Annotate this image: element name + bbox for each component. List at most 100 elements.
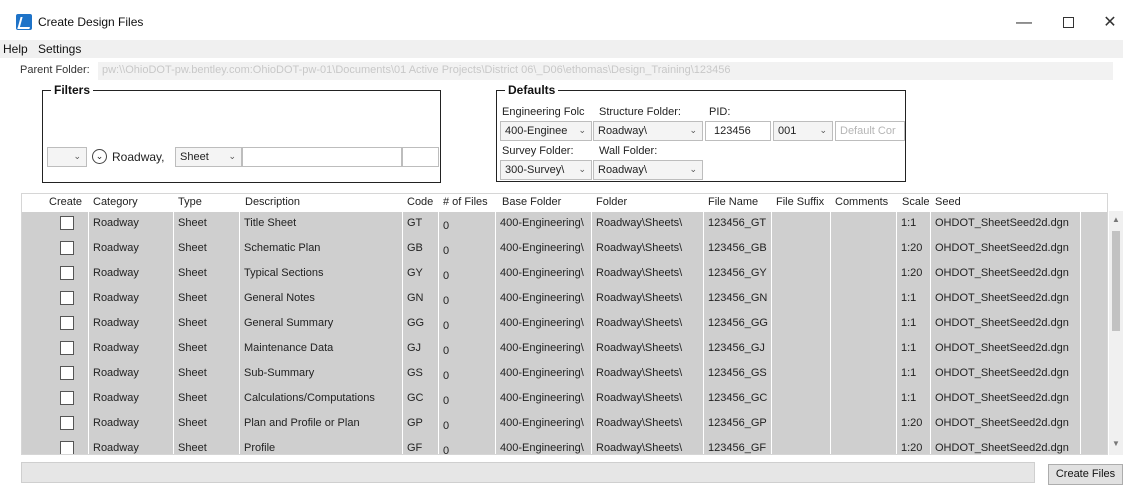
cell-comments[interactable] bbox=[831, 312, 897, 337]
close-button[interactable]: ✕ bbox=[1090, 8, 1123, 38]
cell-num-files[interactable]: 0 bbox=[439, 437, 496, 454]
cell-file-name[interactable]: 123456_GN bbox=[704, 287, 772, 312]
cell-num-files[interactable]: 0 bbox=[439, 337, 496, 362]
header-comments[interactable]: Comments bbox=[835, 196, 888, 208]
create-checkbox[interactable] bbox=[60, 291, 74, 305]
create-checkbox[interactable] bbox=[60, 316, 74, 330]
cell-code[interactable]: GN bbox=[403, 287, 439, 312]
cell-category[interactable]: Roadway bbox=[89, 387, 174, 412]
scroll-down-arrow-icon[interactable]: ▼ bbox=[1109, 439, 1123, 448]
cell-seed[interactable]: OHDOT_SheetSeed2d.dgn bbox=[931, 362, 1081, 387]
cell-file-suffix[interactable] bbox=[772, 237, 831, 262]
cell-code[interactable]: GF bbox=[403, 437, 439, 454]
header-create[interactable]: Create bbox=[49, 196, 82, 208]
cell-scale[interactable]: 1:1 bbox=[897, 337, 931, 362]
cell-folder[interactable]: Roadway\Sheets\ bbox=[592, 312, 704, 337]
header-file-suffix[interactable]: File Suffix bbox=[776, 196, 824, 208]
cell-scale[interactable]: 1:1 bbox=[897, 312, 931, 337]
cell-seed[interactable]: OHDOT_SheetSeed2d.dgn bbox=[931, 312, 1081, 337]
cell-folder[interactable]: Roadway\Sheets\ bbox=[592, 237, 704, 262]
cell-type[interactable]: Sheet bbox=[174, 387, 240, 412]
cell-category[interactable]: Roadway bbox=[89, 437, 174, 454]
create-checkbox[interactable] bbox=[60, 341, 74, 355]
cell-comments[interactable] bbox=[831, 362, 897, 387]
table-row[interactable]: Roadway Sheet Profile GF 0 400-Engineering\ Ro… bbox=[22, 437, 1107, 454]
cell-description[interactable]: Calculations/Computations bbox=[240, 387, 403, 412]
cell-type[interactable]: Sheet bbox=[174, 237, 240, 262]
cell-seed[interactable]: OHDOT_SheetSeed2d.dgn bbox=[931, 412, 1081, 437]
create-checkbox[interactable] bbox=[60, 366, 74, 380]
cell-scale[interactable]: 1:20 bbox=[897, 437, 931, 454]
table-row[interactable]: Roadway Sheet Sub-Summary GS 0 400-Engineerin… bbox=[22, 362, 1107, 387]
cell-num-files[interactable]: 0 bbox=[439, 237, 496, 262]
cell-scale[interactable]: 1:20 bbox=[897, 262, 931, 287]
cell-category[interactable]: Roadway bbox=[89, 337, 174, 362]
cell-description[interactable]: Maintenance Data bbox=[240, 337, 403, 362]
cell-code[interactable]: GS bbox=[403, 362, 439, 387]
table-row[interactable]: Roadway Sheet Calculations/Computations GC 0… bbox=[22, 387, 1107, 412]
expand-chevron-icon[interactable]: ⌄ bbox=[92, 149, 107, 164]
cell-base-folder[interactable]: 400-Engineering\ bbox=[496, 362, 592, 387]
table-row[interactable]: Roadway Sheet Typical Sections GY 0 400-Engin… bbox=[22, 262, 1107, 287]
cell-description[interactable]: Schematic Plan bbox=[240, 237, 403, 262]
cell-type[interactable]: Sheet bbox=[174, 312, 240, 337]
cell-category[interactable]: Roadway bbox=[89, 412, 174, 437]
cell-num-files[interactable]: 0 bbox=[439, 312, 496, 337]
cell-description[interactable]: Sub-Summary bbox=[240, 362, 403, 387]
cell-base-folder[interactable]: 400-Engineering\ bbox=[496, 412, 592, 437]
cell-file-name[interactable]: 123456_GS bbox=[704, 362, 772, 387]
structure-folder-dropdown[interactable]: Roadway\ ⌄ bbox=[593, 121, 703, 141]
cell-base-folder[interactable]: 400-Engineering\ bbox=[496, 237, 592, 262]
table-row[interactable]: Roadway Sheet Title Sheet GT 0 400-Engineerin… bbox=[22, 212, 1107, 237]
table-row[interactable]: Roadway Sheet General Notes GN 0 400-Engineer… bbox=[22, 287, 1107, 312]
cell-folder[interactable]: Roadway\Sheets\ bbox=[592, 337, 704, 362]
cell-seed[interactable]: OHDOT_SheetSeed2d.dgn bbox=[931, 212, 1081, 237]
cell-scale[interactable]: 1:1 bbox=[897, 387, 931, 412]
cell-file-name[interactable]: 123456_GC bbox=[704, 387, 772, 412]
header-category[interactable]: Category bbox=[93, 196, 138, 208]
cell-folder[interactable]: Roadway\Sheets\ bbox=[592, 287, 704, 312]
cell-type[interactable]: Sheet bbox=[174, 287, 240, 312]
survey-folder-dropdown[interactable]: 300-Survey\ ⌄ bbox=[500, 160, 592, 180]
cell-seed[interactable]: OHDOT_SheetSeed2d.dgn bbox=[931, 262, 1081, 287]
cell-code[interactable]: GB bbox=[403, 237, 439, 262]
grid-vertical-scrollbar[interactable]: ▲ ▼ bbox=[1109, 211, 1123, 455]
cell-file-suffix[interactable] bbox=[772, 212, 831, 237]
menu-settings[interactable]: Settings bbox=[38, 42, 81, 56]
create-checkbox[interactable] bbox=[60, 391, 74, 405]
pid-input[interactable]: 123456 bbox=[705, 121, 771, 141]
header-folder[interactable]: Folder bbox=[596, 196, 627, 208]
cell-comments[interactable] bbox=[831, 287, 897, 312]
cell-file-suffix[interactable] bbox=[772, 312, 831, 337]
cell-seed[interactable]: OHDOT_SheetSeed2d.dgn bbox=[931, 437, 1081, 454]
cell-scale[interactable]: 1:1 bbox=[897, 287, 931, 312]
cell-comments[interactable] bbox=[831, 212, 897, 237]
cell-folder[interactable]: Roadway\Sheets\ bbox=[592, 212, 704, 237]
cell-category[interactable]: Roadway bbox=[89, 262, 174, 287]
cell-code[interactable]: GC bbox=[403, 387, 439, 412]
cell-description[interactable]: Plan and Profile or Plan bbox=[240, 412, 403, 437]
cell-folder[interactable]: Roadway\Sheets\ bbox=[592, 412, 704, 437]
cell-code[interactable]: GP bbox=[403, 412, 439, 437]
cell-code[interactable]: GJ bbox=[403, 337, 439, 362]
cell-file-suffix[interactable] bbox=[772, 437, 831, 454]
cell-code[interactable]: GG bbox=[403, 312, 439, 337]
create-checkbox[interactable] bbox=[60, 241, 74, 255]
cell-scale[interactable]: 1:20 bbox=[897, 237, 931, 262]
cell-file-suffix[interactable] bbox=[772, 362, 831, 387]
cell-num-files[interactable]: 0 bbox=[439, 412, 496, 437]
cell-base-folder[interactable]: 400-Engineering\ bbox=[496, 312, 592, 337]
cell-file-suffix[interactable] bbox=[772, 262, 831, 287]
cell-folder[interactable]: Roadway\Sheets\ bbox=[592, 387, 704, 412]
cell-type[interactable]: Sheet bbox=[174, 362, 240, 387]
filter-extra-input[interactable] bbox=[402, 147, 439, 167]
cell-description[interactable]: Typical Sections bbox=[240, 262, 403, 287]
header-code[interactable]: Code bbox=[407, 196, 433, 208]
cell-file-suffix[interactable] bbox=[772, 287, 831, 312]
cell-file-name[interactable]: 123456_GF bbox=[704, 437, 772, 454]
cell-category[interactable]: Roadway bbox=[89, 237, 174, 262]
cell-comments[interactable] bbox=[831, 437, 897, 454]
cell-seed[interactable]: OHDOT_SheetSeed2d.dgn bbox=[931, 237, 1081, 262]
cell-code[interactable]: GT bbox=[403, 212, 439, 237]
cell-folder[interactable]: Roadway\Sheets\ bbox=[592, 262, 704, 287]
